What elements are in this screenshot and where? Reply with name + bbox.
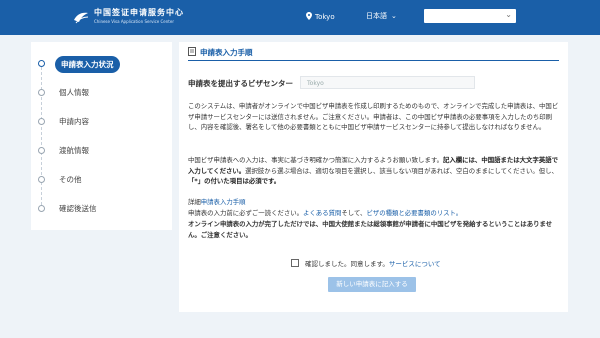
language-label: 日本語	[366, 12, 387, 20]
step-application-status[interactable]: 申請表入力状況	[31, 55, 172, 73]
step-application-content[interactable]: 申請内容	[31, 113, 172, 131]
detail-line: 詳細申請表入力手順	[188, 197, 560, 208]
new-application-button[interactable]: 新しい申請表に記入する	[328, 277, 416, 292]
input-guidance-paragraph: 中国ビザ申請表への入力は、事実に基づき明確かつ簡潔に入力するようお願い致します。…	[188, 155, 560, 187]
language-selector[interactable]: 日本語 ⌄	[366, 11, 397, 21]
section-header: 申請表入力手順	[188, 45, 559, 61]
logo[interactable]: 中国签证申请服务中心 Chinese Visa Application Serv…	[72, 7, 202, 29]
step-label: 申請表入力状況	[55, 56, 120, 73]
visa-center-select[interactable]: Tokyo	[300, 76, 475, 89]
agree-label: 確認しました。同意します。	[305, 260, 389, 268]
detail-prefix: 詳細	[188, 198, 201, 206]
step-label: 確認後送信	[59, 204, 97, 213]
faq-link[interactable]: よくある質問	[303, 209, 341, 217]
step-indicator-icon	[38, 205, 45, 212]
map-pin-icon	[306, 12, 312, 20]
chevron-down-icon: ⌄	[391, 12, 397, 20]
visa-types-link[interactable]: ビザの種類と必要書類のリスト。	[366, 209, 462, 217]
agree-checkbox[interactable]	[291, 259, 299, 267]
step-indicator-icon	[38, 60, 45, 67]
step-indicator-icon	[38, 147, 45, 154]
step-label: 個人情報	[59, 88, 89, 97]
location-selector[interactable]: Tokyo	[306, 12, 335, 21]
step-label: その他	[59, 175, 82, 184]
step-label: 渡航情報	[59, 146, 89, 155]
step-label: 申請内容	[59, 117, 89, 126]
notice-paragraph: オンライン申請表の入力が完了しただけでは、中国大使館または総領事館が申請者に中国…	[188, 220, 553, 239]
agreement-row: 確認しました。同意します。サービスについて	[291, 258, 441, 268]
required-note: 「*」の付いた項目は必須です。	[188, 177, 281, 185]
service-terms-link[interactable]: サービスについて	[389, 260, 441, 268]
account-dropdown[interactable]: ⌄	[424, 9, 516, 23]
top-bar: 中国签证申请服务中心 Chinese Visa Application Serv…	[0, 0, 600, 35]
step-travel-info[interactable]: 渡航情報	[31, 142, 172, 160]
location-label: Tokyo	[315, 13, 335, 21]
steps-sidebar: 申請表入力状況 個人情報 申請内容 渡航情報 その他 確認後送信	[31, 42, 172, 230]
logo-title: 中国签证申请服务中心	[94, 7, 184, 17]
logo-icon	[74, 12, 89, 24]
read-first-line: 申請表の入力前に必ずご一読ください。よくある質問そして、ビザの種類と必要書類のリ…	[188, 208, 560, 219]
guidance-text-2: 選択肢から選ぶ場合は、適切な項目を選択し、該当しない項目があれば、空白のままにし…	[245, 166, 558, 175]
step-indicator-icon	[38, 89, 45, 96]
chevron-down-icon: ⌄	[505, 10, 512, 19]
document-icon	[188, 47, 196, 56]
step-other[interactable]: その他	[31, 171, 172, 189]
step-confirm-submit[interactable]: 確認後送信	[31, 200, 172, 218]
step-indicator-icon	[38, 118, 45, 125]
step-indicator-icon	[38, 176, 45, 183]
input-procedure-link[interactable]: 申請表入力手順	[201, 198, 246, 206]
guidance-text: 中国ビザ申請表への入力は、事実に基づき明確かつ簡潔に入力するようお願い致します。	[188, 156, 443, 164]
intro-paragraph: このシステムは、申請者がオンラインで中国ビザ申請表を作成し印刷するためのもので、…	[188, 102, 559, 131]
main-panel: 申請表入力手順 申請表を提出するビザセンター Tokyo このシステムは、申請者…	[179, 42, 568, 312]
conjunction-text: そして、	[341, 209, 367, 217]
read-first-text: 申請表の入力前に必ずご一読ください。	[188, 209, 304, 217]
visa-center-label: 申請表を提出するビザセンター	[188, 79, 293, 88]
logo-subtitle: Chinese Visa Application Service Center	[94, 19, 174, 24]
step-personal-info[interactable]: 個人情報	[31, 84, 172, 102]
section-title: 申請表入力手順	[200, 48, 253, 57]
